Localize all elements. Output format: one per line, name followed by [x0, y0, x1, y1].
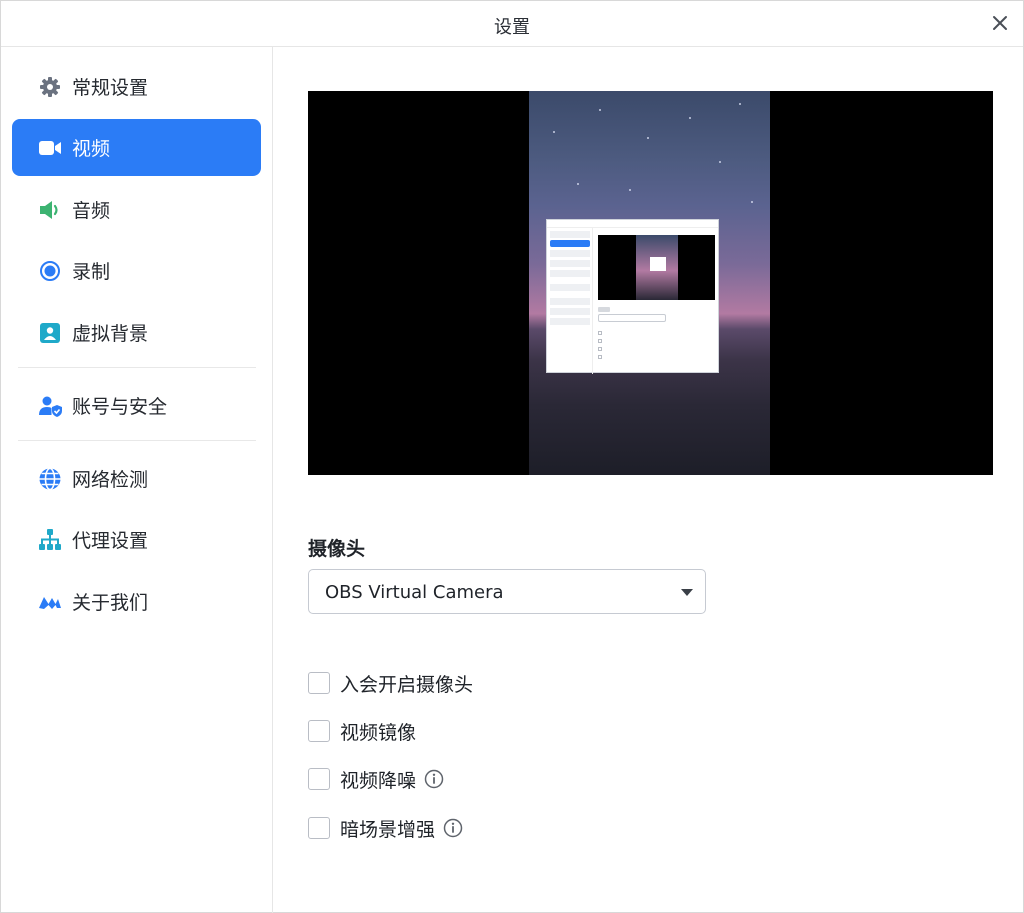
brand-logo-icon — [38, 590, 62, 614]
virtual-background-icon — [38, 321, 62, 345]
sidebar-item-account-security[interactable]: 账号与安全 — [12, 377, 261, 434]
title-bar: 设置 — [1, 1, 1023, 47]
option-label: 入会开启摄像头 — [340, 673, 474, 696]
record-icon — [38, 259, 62, 283]
option-label: 视频镜像 — [340, 721, 417, 744]
network-tree-icon — [38, 528, 62, 552]
info-icon[interactable] — [443, 818, 463, 838]
option-label: 暗场景增强 — [340, 818, 436, 841]
settings-sidebar: 常规设置 视频 音频 录制 虚拟背景 账号与安全 网络检测 代理设置 关于我们 — [1, 47, 273, 913]
sidebar-item-proxy[interactable]: 代理设置 — [12, 511, 261, 568]
checkbox[interactable] — [308, 817, 330, 839]
globe-icon — [38, 467, 62, 491]
option-video-denoise: 视频降噪 — [308, 767, 444, 792]
option-video-mirror: 视频镜像 — [308, 719, 417, 744]
option-label: 视频降噪 — [340, 769, 417, 792]
camera-select-value: OBS Virtual Camera — [325, 582, 504, 603]
sidebar-item-label: 录制 — [72, 261, 111, 283]
sidebar-item-audio[interactable]: 音频 — [12, 181, 261, 238]
camera-preview — [308, 91, 993, 475]
sidebar-divider — [18, 440, 256, 441]
sidebar-item-network-check[interactable]: 网络检测 — [12, 450, 261, 507]
camera-section-title: 摄像头 — [308, 538, 366, 560]
sidebar-item-label: 常规设置 — [72, 77, 149, 99]
sidebar-item-label: 音频 — [72, 200, 111, 222]
sidebar-divider — [18, 367, 256, 368]
sidebar-item-virtual-background[interactable]: 虚拟背景 — [12, 304, 261, 361]
sidebar-item-about-us[interactable]: 关于我们 — [12, 573, 261, 630]
sidebar-item-label: 关于我们 — [72, 592, 149, 614]
sidebar-item-label: 视频 — [72, 138, 111, 160]
window-title: 设置 — [494, 17, 530, 38]
sidebar-item-label: 虚拟背景 — [72, 323, 149, 345]
chevron-down-icon — [681, 589, 693, 596]
checkbox[interactable] — [308, 768, 330, 790]
account-security-icon — [38, 394, 62, 418]
video-settings-panel: 摄像头 OBS Virtual Camera 入会开启摄像头 视频镜像 视频降噪… — [274, 47, 1023, 913]
sidebar-item-label: 账号与安全 — [72, 396, 168, 418]
close-icon[interactable] — [989, 12, 1011, 34]
checkbox[interactable] — [308, 720, 330, 742]
sidebar-item-label: 代理设置 — [72, 530, 149, 552]
settings-window: 设置 常规设置 视频 音频 录制 虚拟背景 账号与安全 网络检测 代理设置 关于… — [0, 0, 1024, 913]
checkbox[interactable] — [308, 672, 330, 694]
gear-icon — [38, 75, 62, 99]
speaker-icon — [38, 198, 62, 222]
sidebar-item-label: 网络检测 — [72, 469, 149, 491]
option-low-light-enhance: 暗场景增强 — [308, 816, 463, 841]
video-camera-icon — [38, 136, 62, 160]
sidebar-item-video[interactable]: 视频 — [12, 119, 261, 176]
option-auto-start-camera: 入会开启摄像头 — [308, 671, 474, 696]
info-icon[interactable] — [424, 769, 444, 789]
sidebar-item-general[interactable]: 常规设置 — [12, 58, 261, 115]
nested-preview-window — [546, 219, 719, 374]
sidebar-item-recording[interactable]: 录制 — [12, 242, 261, 299]
camera-select[interactable]: OBS Virtual Camera — [308, 569, 706, 614]
